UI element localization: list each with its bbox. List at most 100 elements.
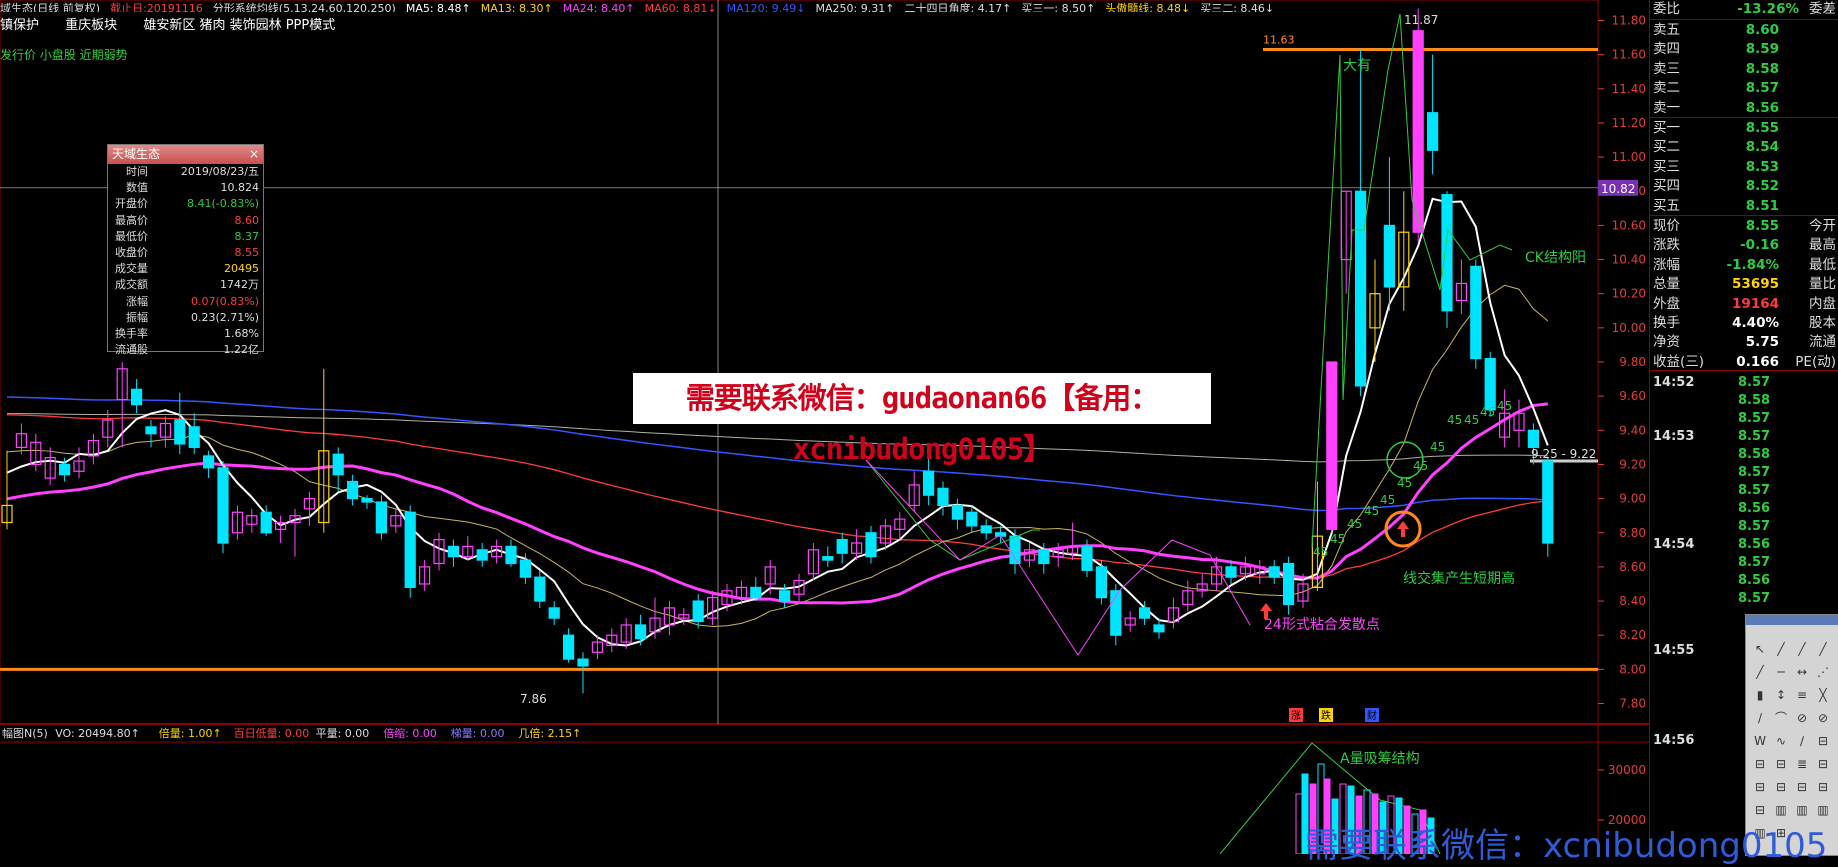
info-row-value: 8.37 [234,229,260,243]
draw-tool-icon[interactable]: ▥ [1794,802,1810,818]
info-popup-header[interactable]: 天域生态 × [108,145,263,164]
tick-price: 8.57 [1738,519,1771,534]
draw-tool-icon[interactable]: ▥ [1815,802,1831,818]
draw-tool-icon[interactable]: ⊟ [1794,779,1810,795]
draw-tool-icon[interactable]: ╱ [1794,641,1810,657]
draw-tool-icon[interactable]: ⊟ [1773,756,1789,772]
tick-row: 8.58 [1650,392,1838,410]
y-tick-label: 8.20 [1619,628,1646,642]
stat-label-2: 流通 [1809,334,1836,351]
candle-body [159,422,171,438]
draw-tool-icon[interactable]: ≣ [1794,756,1810,772]
draw-tool-icon[interactable]: ⋰ [1815,664,1831,680]
candle-body [1268,566,1280,578]
draw-tool-icon[interactable]: ⊟ [1752,779,1768,795]
angle-45-label: 45 [1313,545,1328,559]
candle-body [1023,549,1036,561]
stat-row: 外盘 19164 内盘 [1650,295,1838,314]
draw-tool-icon[interactable]: ⊘ [1815,710,1831,726]
stat-value: 19164 [1732,295,1779,312]
info-popup[interactable]: 天域生态 × 时间 2019/08/23/五 数值 10.824 开盘价 8.41(-0.… [107,144,264,356]
candle-body [275,521,287,530]
candle-body [1498,412,1511,438]
candle-body [390,515,402,527]
draw-tool-icon[interactable]: ╱ [1752,664,1768,680]
candle-body [562,634,575,660]
draw-tool-icon[interactable]: ⊟ [1815,756,1831,772]
draw-tool-icon[interactable]: ⊘ [1794,710,1810,726]
candle-body [260,511,272,534]
y-tick-label: 11.20 [1612,116,1646,130]
candle-body [1153,624,1165,633]
stat-value: 5.75 [1745,334,1779,351]
volume-indicator: 几倍: 2.15↑ [518,726,581,740]
bid-row: 买五 8.51 [1650,197,1838,216]
candle-body [822,556,834,561]
draw-tool-icon[interactable]: ≡ [1794,687,1810,703]
y-tick-label: 7.80 [1619,697,1646,711]
tick-price: 8.56 [1738,537,1771,552]
draw-tool-icon[interactable]: ⊟ [1815,779,1831,795]
draw-tool-icon[interactable]: ▥ [1773,802,1789,818]
draw-tool-icon[interactable]: ⊟ [1752,802,1768,818]
toolbox-titlebar[interactable] [1746,615,1838,625]
candle-body [1210,566,1223,585]
candle-body [1412,30,1424,233]
candle-body [361,498,373,503]
stat-label-2: PE(动) [1795,353,1836,370]
tick-price: 8.56 [1738,573,1771,588]
draw-tool-icon[interactable]: ∕ [1794,733,1810,749]
bid-ratio-row: 委比 -13.26% 委差 [1650,0,1838,19]
tick-row: 8.57 [1650,554,1838,572]
draw-tool-icon[interactable]: W [1752,733,1768,749]
draw-tool-icon[interactable]: ⊟ [1815,733,1831,749]
stat-label: 现价 [1653,218,1680,234]
draw-tool-icon[interactable]: ∕ [1752,710,1768,726]
draw-tool-icon[interactable]: ▮ [1752,687,1768,703]
info-row: 开盘价 8.41(-0.83%) [108,196,263,212]
draw-tool-icon[interactable]: ╱ [1773,641,1789,657]
dayou-label: 大有 [1343,58,1371,74]
draw-tool-icon[interactable]: ∿ [1773,733,1789,749]
y-tick-label: 11.40 [1612,82,1646,96]
draw-tool-icon[interactable]: ╱ [1815,641,1831,657]
candle-body [908,484,920,507]
y-tick-label: 9.80 [1619,355,1646,369]
draw-tool-icon[interactable]: ↖ [1752,641,1768,657]
volume-structure-label: A量吸筹结构 [1340,750,1420,767]
event-marker-label: 财 [1367,709,1377,722]
candle-body [1138,607,1151,619]
event-marker-label: 涨 [1291,710,1301,722]
candle-body [1038,549,1050,565]
candle-body [534,576,546,602]
bid-label: 买五 [1653,197,1680,214]
angle-45-label: 45 [1364,504,1379,518]
candle-body [1455,282,1468,302]
candle-body [1354,190,1367,387]
candle-body [1340,190,1352,261]
tick-price: 8.57 [1738,375,1771,390]
tick-row: 14:53 8.57 [1650,428,1838,446]
candle-body [347,480,359,500]
tick-price: 8.57 [1738,411,1771,426]
draw-tool-icon[interactable]: ⊟ [1773,779,1789,795]
draw-tool-icon[interactable]: ─ [1773,664,1789,680]
draw-tool-icon[interactable]: ⊟ [1752,756,1768,772]
close-icon[interactable]: × [249,145,259,164]
draw-tool-icon[interactable]: ↕ [1773,687,1789,703]
candle-body [678,614,690,619]
stat-row: 现价 8.55 今开 [1650,217,1838,236]
draw-tool-icon[interactable]: ↔ [1794,664,1810,680]
draw-tool-icon[interactable]: ⌒ [1773,710,1789,726]
angle-45-label: 45 [1380,493,1395,507]
info-row-key: 成交量 [115,262,148,276]
y-tick-label: 8.80 [1619,526,1646,540]
tick-price: 8.56 [1738,501,1771,516]
candle-body [1124,617,1136,626]
bid-label: 买三 [1653,158,1680,175]
info-row-key: 成交额 [115,278,148,292]
draw-tool-icon[interactable]: ╳ [1815,687,1831,703]
info-row-value: 0.23(2.71%) [190,310,259,324]
info-row: 振幅 0.23(2.71%) [108,310,263,326]
candle-body [836,538,848,554]
